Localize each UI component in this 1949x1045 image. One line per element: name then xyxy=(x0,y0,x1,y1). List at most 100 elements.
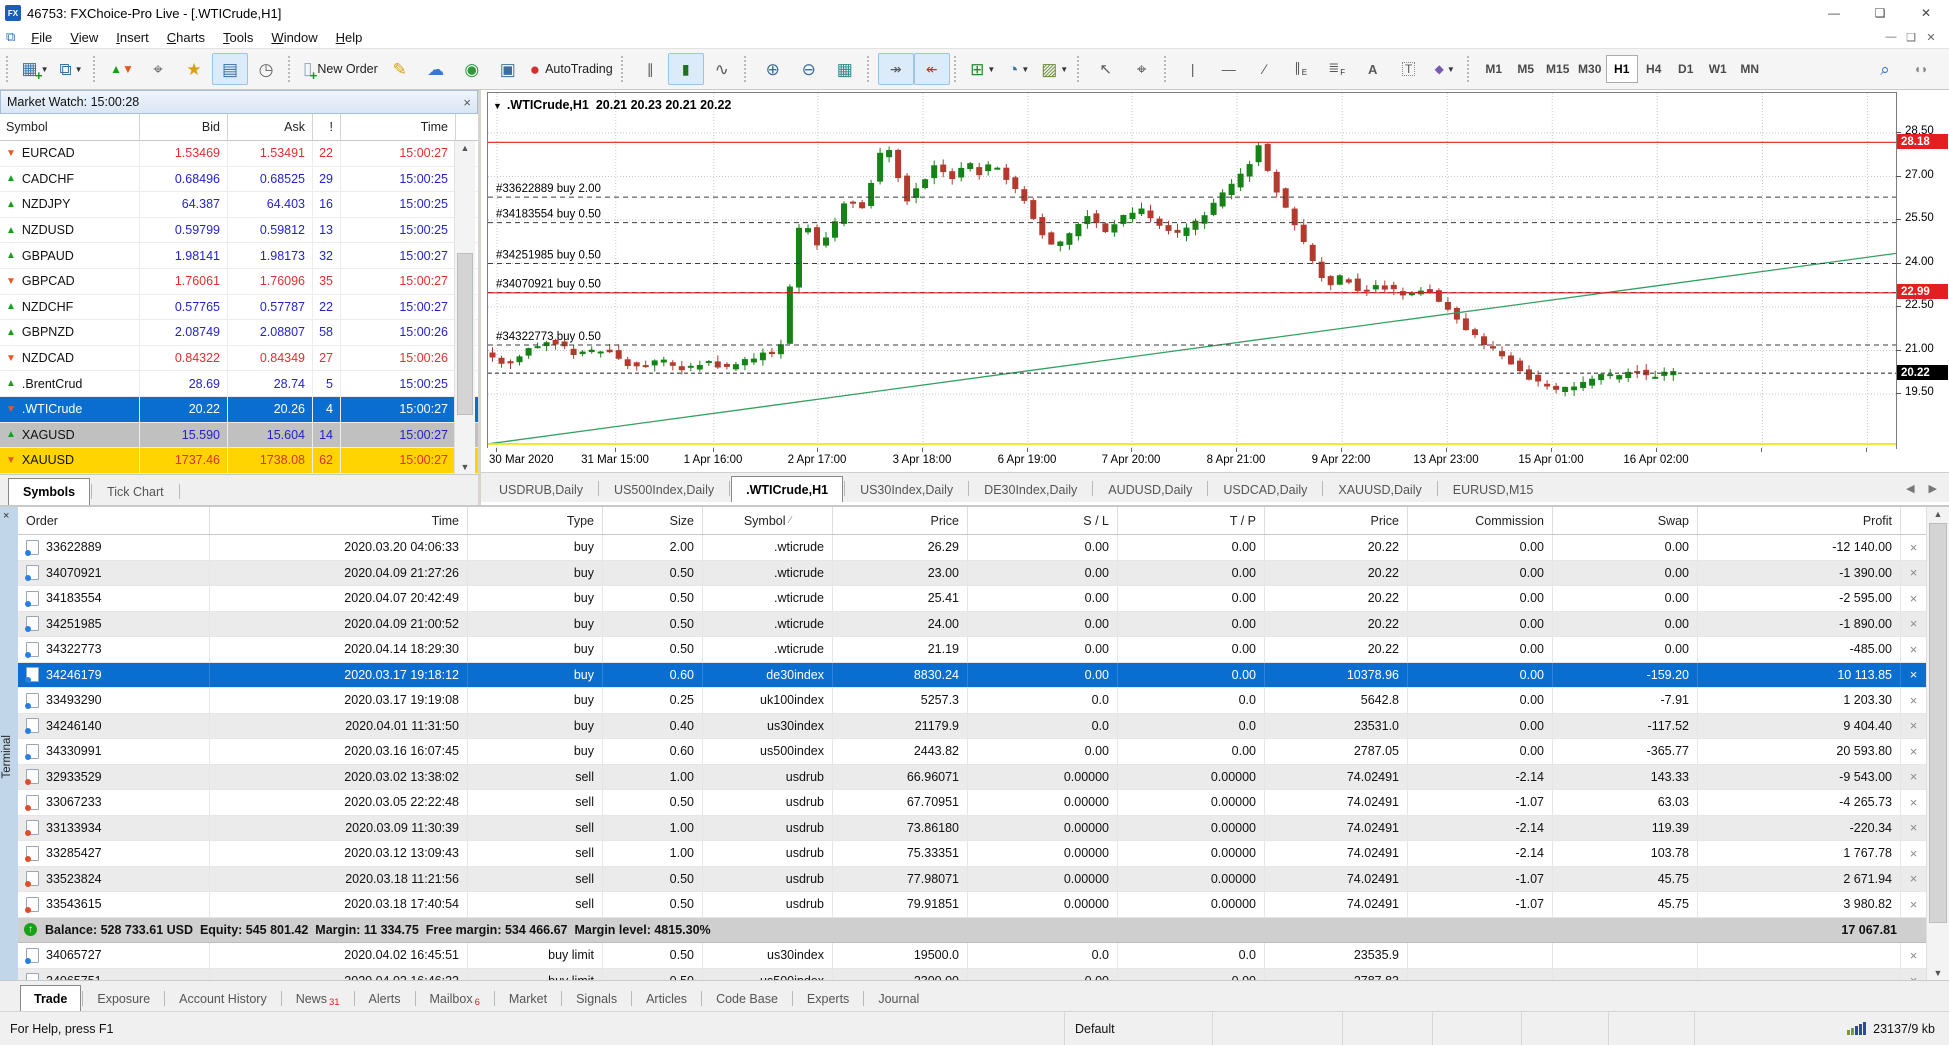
web-terminal-button[interactable]: ◉ xyxy=(454,53,490,85)
auto-scroll-button[interactable]: ↠ xyxy=(878,53,914,85)
terminal-tab-experts[interactable]: Experts xyxy=(794,986,862,1012)
market-watch-close-icon[interactable]: × xyxy=(463,95,471,110)
timeframe-m1-button[interactable]: M1 xyxy=(1478,55,1510,83)
chart-shift-button[interactable]: ↞ xyxy=(914,53,950,85)
market-watch-titlebar[interactable]: Market Watch: 15:00:28 × xyxy=(0,90,478,114)
market-watch-row[interactable]: ▼EURCAD1.534691.534912215:00:27 xyxy=(0,141,478,167)
mdi-close-icon[interactable]: ✕ xyxy=(1921,31,1941,44)
orders-col-price[interactable]: Price xyxy=(833,507,968,534)
order-row[interactable]: 341835542020.04.07 20:42:49buy0.50.wticr… xyxy=(18,586,1927,612)
close-position-icon[interactable]: × xyxy=(1910,769,1918,784)
orders-col-price[interactable]: Price xyxy=(1265,507,1408,534)
profiles-button[interactable]: ⧉▼ xyxy=(53,53,89,85)
close-position-icon[interactable]: × xyxy=(1910,846,1918,861)
fullscreen-button[interactable]: ▣ xyxy=(490,53,526,85)
close-position-icon[interactable]: × xyxy=(1910,591,1918,606)
terminal-tab-signals[interactable]: Signals xyxy=(563,986,630,1012)
menu-insert[interactable]: Insert xyxy=(107,28,158,47)
market-watch-row[interactable]: ▲NZDJPY64.38764.4031615:00:25 xyxy=(0,192,478,218)
timeframe-h1-button[interactable]: H1 xyxy=(1606,55,1638,83)
close-position-icon[interactable]: × xyxy=(1910,540,1918,555)
menu-charts[interactable]: Charts xyxy=(158,28,214,47)
market-watch-row[interactable]: ▲XAGUSD15.59015.6041415:00:27 xyxy=(0,423,478,449)
chart-tab-usdrubdaily[interactable]: USDRUB,Daily xyxy=(485,477,597,502)
maximize-button[interactable]: ❑ xyxy=(1857,0,1903,26)
horizontal-line-button[interactable]: — xyxy=(1211,53,1247,85)
terminal-tab-exposure[interactable]: Exposure xyxy=(84,986,163,1012)
timeframe-m5-button[interactable]: M5 xyxy=(1510,55,1542,83)
order-row[interactable]: 340657512020.04.02 16:46:22buy limit0.50… xyxy=(18,969,1927,981)
tab-scroll-right-icon[interactable]: ▶ xyxy=(1929,482,1937,495)
terminal-tab-alerts[interactable]: Alerts xyxy=(356,986,414,1012)
timeframe-mn-button[interactable]: MN xyxy=(1734,55,1766,83)
timeframe-h4-button[interactable]: H4 xyxy=(1638,55,1670,83)
menu-tools[interactable]: Tools xyxy=(214,28,262,47)
close-position-icon[interactable]: × xyxy=(1910,693,1918,708)
close-position-icon[interactable]: × xyxy=(1910,973,1918,980)
zoom-in-button[interactable]: ⊕ xyxy=(755,53,791,85)
orders-col-tp[interactable]: T / P xyxy=(1118,507,1265,534)
terminal-tab-code-base[interactable]: Code Base xyxy=(703,986,791,1012)
bar-chart-button[interactable]: ∥ xyxy=(632,53,668,85)
chart-tab-eurusdm15[interactable]: EURUSD,M15 xyxy=(1439,477,1548,502)
chart-tab-de30indexdaily[interactable]: DE30Index,Daily xyxy=(970,477,1091,502)
order-row[interactable]: 335238242020.03.18 11:21:56sell0.50usdru… xyxy=(18,867,1927,893)
menu-window[interactable]: Window xyxy=(262,28,326,47)
close-position-icon[interactable]: × xyxy=(1910,616,1918,631)
metaeditor-button[interactable]: ✎ xyxy=(382,53,418,85)
close-position-icon[interactable]: × xyxy=(1910,718,1918,733)
close-position-icon[interactable]: × xyxy=(1910,948,1918,963)
order-row[interactable]: 343227732020.04.14 18:29:30buy0.50.wticr… xyxy=(18,637,1927,663)
chart-tab-wticrudeh1[interactable]: .WTICrude,H1 xyxy=(731,476,843,502)
market-watch-row[interactable]: ▲GBPNZD2.087492.088075815:00:26 xyxy=(0,320,478,346)
orders-col-swap[interactable]: Swap xyxy=(1553,507,1698,534)
crosshair-button[interactable]: ⌖ xyxy=(1124,53,1160,85)
chart-tab-us500indexdaily[interactable]: US500Index,Daily xyxy=(600,477,728,502)
orders-col-sl[interactable]: S / L xyxy=(968,507,1118,534)
close-position-icon[interactable]: × xyxy=(1910,795,1918,810)
close-button[interactable]: ✕ xyxy=(1903,0,1949,26)
trendline-button[interactable]: ∕ xyxy=(1247,53,1283,85)
market-watch-row[interactable]: ▲NZDCHF0.577650.577872215:00:27 xyxy=(0,295,478,321)
orders-col-commission[interactable]: Commission xyxy=(1408,507,1553,534)
navigator-button[interactable]: ★ xyxy=(176,53,212,85)
order-row[interactable]: 330672332020.03.05 22:22:48sell0.50usdru… xyxy=(18,790,1927,816)
terminal-tab-mailbox[interactable]: Mailbox6 xyxy=(417,986,493,1012)
scrollbar-thumb[interactable] xyxy=(457,253,473,415)
order-row[interactable]: 342519852020.04.09 21:00:52buy0.50.wticr… xyxy=(18,612,1927,638)
scroll-down-icon[interactable]: ▼ xyxy=(455,462,475,472)
tab-symbols[interactable]: Symbols xyxy=(8,478,90,505)
scroll-up-icon[interactable]: ▲ xyxy=(455,143,475,153)
mw-col-time[interactable]: Time xyxy=(341,114,456,140)
chart-tab-us30indexdaily[interactable]: US30Index,Daily xyxy=(846,477,967,502)
close-position-icon[interactable]: × xyxy=(1910,871,1918,886)
timeframe-m30-button[interactable]: M30 xyxy=(1574,55,1606,83)
orders-col-profit[interactable]: Profit xyxy=(1698,507,1901,534)
orders-col-size[interactable]: Size xyxy=(603,507,703,534)
orders-col-close[interactable] xyxy=(1901,507,1927,534)
order-row[interactable]: 343309912020.03.16 16:07:45buy0.60us500i… xyxy=(18,739,1927,765)
orders-col-time[interactable]: Time xyxy=(210,507,468,534)
chart-tab-usdcaddaily[interactable]: USDCAD,Daily xyxy=(1209,477,1321,502)
terminal-close-icon[interactable]: × xyxy=(3,510,9,522)
timeframe-d1-button[interactable]: D1 xyxy=(1670,55,1702,83)
market-watch-row[interactable]: ▲GBPAUD1.981411.981733215:00:27 xyxy=(0,243,478,269)
market-watch-row[interactable]: ▼GBPCAD1.760611.760963515:00:27 xyxy=(0,269,478,295)
chevron-down-icon[interactable]: ▼ xyxy=(75,65,83,74)
timeframe-w1-button[interactable]: W1 xyxy=(1702,55,1734,83)
mw-col-symbol[interactable]: Symbol xyxy=(0,114,140,140)
terminal-button[interactable]: ▤ xyxy=(212,53,248,85)
scrollbar-thumb[interactable] xyxy=(1929,523,1947,923)
order-row[interactable]: 340709212020.04.09 21:27:26buy0.50.wticr… xyxy=(18,561,1927,587)
market-watch-row[interactable]: ▲NZDUSD0.597990.598121315:00:25 xyxy=(0,218,478,244)
periods-button[interactable]: ◔▼ xyxy=(1001,53,1037,85)
menu-view[interactable]: View xyxy=(61,28,107,47)
terminal-tab-news[interactable]: News31 xyxy=(283,986,353,1012)
orders-col-order[interactable]: Order xyxy=(18,507,210,534)
terminal-tab-articles[interactable]: Articles xyxy=(633,986,700,1012)
new-order-button[interactable]: ▯+New Order xyxy=(299,53,382,85)
chevron-down-icon[interactable]: ▼ xyxy=(987,65,995,74)
candlestick-button[interactable]: ▮ xyxy=(668,53,704,85)
indicators-button[interactable]: ⊞▼ xyxy=(965,53,1001,85)
strategy-tester-button[interactable]: ◷ xyxy=(248,53,284,85)
